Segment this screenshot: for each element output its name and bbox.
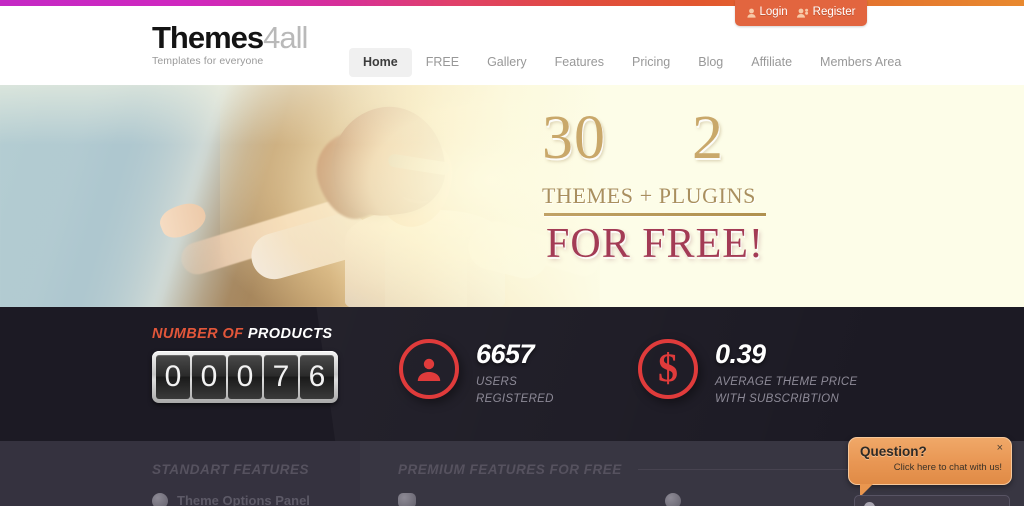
chat-widget: Question? × Click here to chat with us! [848, 437, 1012, 506]
register-link[interactable]: Register [796, 6, 856, 19]
hero-plugins-count: 2 [692, 104, 724, 172]
counter-digit: 0 [156, 354, 190, 399]
woman-left-hand [156, 197, 210, 243]
hero-themes-count: 30 [542, 104, 606, 172]
logo-secondary: 4all [263, 20, 308, 55]
counter-label-orange: NUMBER OF [152, 326, 244, 342]
login-label: Login [759, 6, 788, 19]
stat-users-registered: 6657 USERS REGISTERED [399, 339, 554, 407]
stat-price-caption-line1: AVERAGE THEME PRICE [715, 376, 858, 388]
stat-users-number: 6657 [476, 339, 535, 369]
nav-item-members-area[interactable]: Members Area [806, 48, 915, 77]
feature-item-label: Theme Options Panel [177, 493, 310, 506]
hero-subtitle: THEMES + PLUGINS [542, 183, 756, 208]
chat-launcher-bar[interactable] [854, 495, 1010, 506]
stat-users-caption: USERS REGISTERED [476, 374, 554, 407]
hero-banner: 30 2 THEMES + PLUGINS FOR FREE! [0, 85, 1024, 307]
counter-digit: 7 [264, 354, 298, 399]
stats-bar: NUMBER OF PRODUCTS 0 0 0 7 6 6657 USERS … [0, 307, 1024, 441]
user-plus-icon [796, 8, 809, 18]
nav-item-home[interactable]: Home [349, 48, 412, 77]
close-icon[interactable]: × [997, 443, 1003, 454]
user-icon [746, 8, 756, 18]
counter-digit: 0 [192, 354, 226, 399]
feature-list-item[interactable]: Theme Options Panel [152, 492, 310, 506]
nav-item-free[interactable]: FREE [412, 48, 473, 77]
stat-average-price: $ 0.39 AVERAGE THEME PRICE WITH SUBSCRIB… [638, 339, 857, 407]
chat-agent-avatar [864, 502, 875, 506]
nav-item-pricing[interactable]: Pricing [618, 48, 684, 77]
login-link[interactable]: Login [746, 6, 788, 19]
nav-item-features[interactable]: Features [541, 48, 618, 77]
hero-headline: FOR FREE! [546, 221, 764, 267]
user-circle-icon [399, 339, 459, 399]
premium-features-heading: PREMIUM FEATURES FOR FREE [398, 463, 878, 477]
feature-list-item[interactable] [398, 492, 878, 506]
register-label: Register [812, 6, 856, 19]
stat-price-text: 0.39 AVERAGE THEME PRICE WITH SUBSCRIBTI… [715, 339, 857, 407]
panel-icon [398, 493, 416, 506]
nav-item-gallery[interactable]: Gallery [473, 48, 541, 77]
product-counter-label: NUMBER OF PRODUCTS [152, 327, 338, 342]
standard-features-heading-label: STANDART FEATURES [152, 462, 309, 477]
standard-features-heading: STANDART FEATURES [152, 463, 310, 477]
nav-item-blog[interactable]: Blog [684, 48, 737, 77]
chat-title: Question? [860, 444, 927, 459]
stat-users-caption-line2: REGISTERED [476, 392, 554, 405]
flip-counter: 0 0 0 7 6 [152, 350, 338, 403]
hero-counts: 30 2 [542, 107, 802, 169]
top-gradient-bar [0, 0, 1024, 6]
standard-features-column: STANDART FEATURES Theme Options Panel [152, 463, 310, 506]
counter-label-white: PRODUCTS [247, 326, 333, 342]
stat-users-text: 6657 USERS REGISTERED [476, 339, 554, 407]
gear-icon [665, 492, 681, 506]
stat-price-number: 0.39 [715, 339, 766, 369]
nav-item-affiliate[interactable]: Affiliate [737, 48, 806, 77]
premium-heading-rule [637, 469, 878, 471]
premium-features-column: PREMIUM FEATURES FOR FREE [398, 463, 878, 506]
auth-panel: Login Register [735, 0, 867, 26]
main-navigation: Home FREE Gallery Features Pricing Blog … [349, 48, 915, 77]
counter-digit: 6 [300, 354, 334, 399]
site-header: Themes4all Templates for everyone Home F… [0, 6, 1024, 85]
chat-bubble[interactable]: Question? × Click here to chat with us! [848, 437, 1012, 497]
hero-photo [0, 85, 600, 307]
counter-digit: 0 [228, 354, 262, 399]
dollar-circle-icon: $ [638, 339, 698, 399]
chat-subtitle: Click here to chat with us! [893, 462, 1002, 473]
product-counter-block: NUMBER OF PRODUCTS 0 0 0 7 6 [152, 327, 338, 403]
stat-price-caption: AVERAGE THEME PRICE WITH SUBSCRIBTION [715, 374, 857, 407]
site-logo[interactable]: Themes4all Templates for everyone [152, 20, 308, 67]
logo-tagline: Templates for everyone [152, 55, 264, 67]
stat-price-caption-line2: WITH SUBSCRIBTION [715, 392, 839, 405]
premium-features-heading-label: PREMIUM FEATURES FOR FREE [398, 462, 622, 477]
stat-users-caption-line1: USERS [476, 376, 518, 388]
logo-primary: Themes [152, 20, 264, 55]
check-circle-icon [152, 492, 168, 506]
hero-text-block: 30 2 THEMES + PLUGINS FOR FREE! [520, 85, 1024, 307]
hero-divider [544, 213, 766, 216]
